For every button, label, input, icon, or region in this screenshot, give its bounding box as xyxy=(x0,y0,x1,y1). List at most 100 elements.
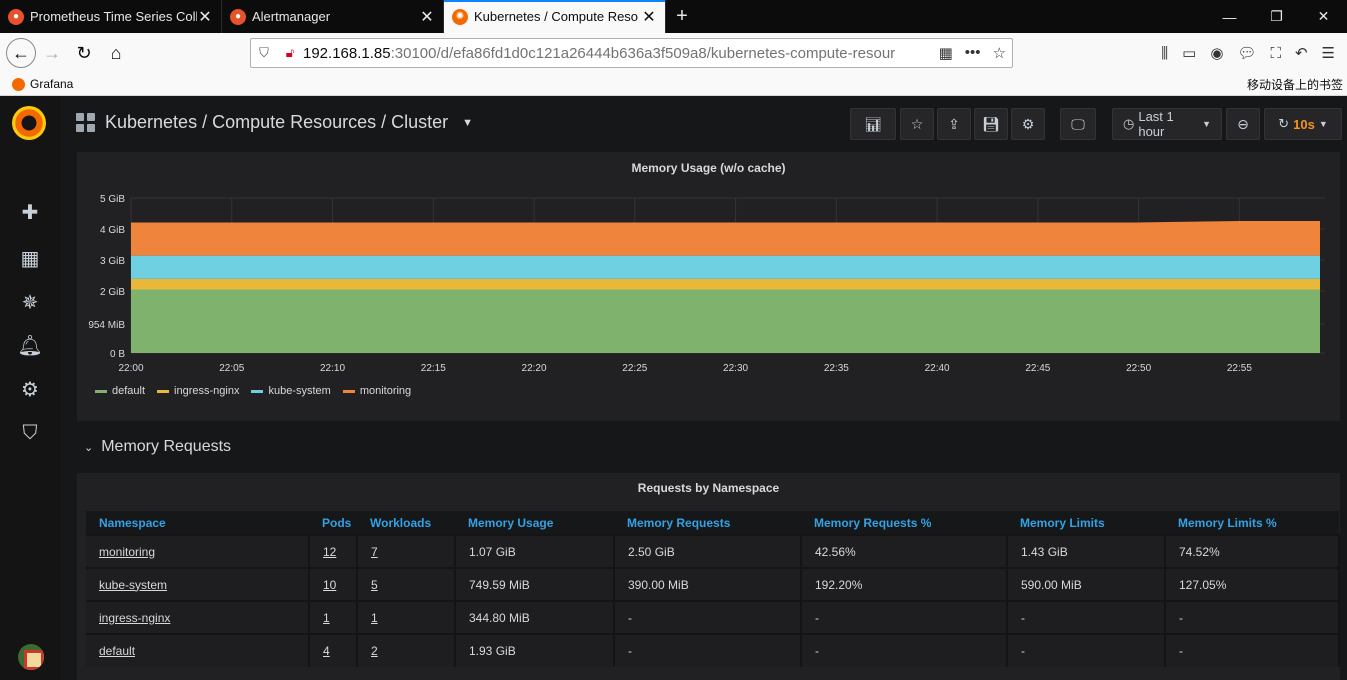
sidebar-icon[interactable]: ▭ xyxy=(1182,44,1196,62)
pods-link[interactable]: 12 xyxy=(309,534,358,568)
qr-code-icon[interactable]: ▦ xyxy=(939,44,953,62)
legend-item-monitoring[interactable]: monitoring xyxy=(342,385,412,397)
table-header-row: Namespace Pods Workloads Memory Usage Me… xyxy=(86,511,1339,535)
close-tab-icon[interactable]: ✕ xyxy=(641,7,657,27)
pods-link[interactable]: 1 xyxy=(309,600,358,634)
explore-compass-icon[interactable]: ✵ xyxy=(18,290,42,314)
refresh-icon: ↻ xyxy=(1278,116,1290,131)
x-tick-label: 22:40 xyxy=(925,363,950,374)
bookmark-star-icon[interactable]: ☆ xyxy=(993,44,1006,62)
home-button[interactable]: ⌂ xyxy=(100,37,132,69)
workloads-link[interactable]: 2 xyxy=(357,633,456,667)
forward-button[interactable]: → xyxy=(36,37,68,69)
memory-requests-pct-cell: - xyxy=(801,633,1008,667)
mobile-bookmarks[interactable]: 移动设备上的书签 xyxy=(1247,76,1343,93)
configuration-gear-icon[interactable]: ⚙ xyxy=(18,377,42,401)
column-header-memory-limits[interactable]: Memory Limits xyxy=(1007,511,1165,535)
dashboard-navbar: Kubernetes / Compute Resources / Cluster… xyxy=(60,96,1347,152)
column-header-pods[interactable]: Pods xyxy=(309,511,357,535)
url-bar[interactable]: ⛉ 🔓︎ 192.168.1.85:30100/d/efa86fd1d0c121… xyxy=(250,38,1013,68)
restore-icon[interactable]: ❐ xyxy=(1253,0,1300,33)
namespace-link[interactable]: kube-system xyxy=(86,567,310,601)
legend-label: monitoring xyxy=(359,385,412,397)
x-tick-label: 22:45 xyxy=(1025,363,1050,374)
refresh-picker-button[interactable]: ↻ 10s ▼ xyxy=(1264,108,1342,140)
memory-requests-pct-cell: 192.20% xyxy=(801,567,1008,601)
reload-button[interactable]: ↻ xyxy=(68,37,100,69)
page-actions-icon[interactable]: ••• xyxy=(965,44,981,62)
toolbar-icons: ⫼ ▭ ◉ 💬︎ ⛶ ↶ ☰ xyxy=(1161,33,1347,73)
memory-usage-cell: 1.93 GiB xyxy=(455,633,615,667)
column-header-memory-limits-pct[interactable]: Memory Limits % xyxy=(1165,511,1339,535)
user-avatar[interactable] xyxy=(18,644,44,670)
insecure-lock-icon[interactable]: 🔓︎ xyxy=(277,45,303,61)
pods-link[interactable]: 10 xyxy=(309,567,358,601)
memory-limits-pct-cell: - xyxy=(1165,600,1340,634)
memory-usage-cell: 749.59 MiB xyxy=(455,567,615,601)
save-dashboard-button[interactable]: 💾︎ xyxy=(974,108,1008,140)
chat-icon[interactable]: 💬︎ xyxy=(1237,44,1256,62)
dashboards-icon[interactable]: ▦ xyxy=(18,246,42,270)
back-button[interactable]: ← xyxy=(6,38,36,68)
browser-nav-bar: ← → ↻ ⌂ ⛉ 🔓︎ 192.168.1.85:30100/d/efa86f… xyxy=(0,33,1347,73)
prometheus-icon: ● xyxy=(230,8,246,25)
star-dashboard-button[interactable]: ☆ xyxy=(900,108,934,140)
add-panel-button[interactable]: 📊︎ xyxy=(850,108,896,140)
bookmark-grafana[interactable]: Grafana xyxy=(12,77,73,91)
column-header-workloads[interactable]: Workloads xyxy=(357,511,455,535)
clock-icon: ◷ xyxy=(1123,116,1135,131)
legend-item-ingress-nginx[interactable]: ingress-nginx xyxy=(157,385,239,397)
create-plus-icon[interactable]: ✚ xyxy=(18,200,42,224)
grafana-icon xyxy=(12,77,25,91)
grafana-logo-icon[interactable] xyxy=(12,106,46,140)
pods-link[interactable]: 4 xyxy=(309,633,358,667)
column-header-namespace[interactable]: Namespace xyxy=(86,511,309,535)
alerting-bell-icon[interactable]: 🔔︎ xyxy=(17,333,42,357)
x-tick-label: 22:35 xyxy=(824,363,849,374)
server-admin-shield-icon[interactable]: ⛉ xyxy=(18,421,42,445)
column-header-memory-usage[interactable]: Memory Usage xyxy=(455,511,614,535)
monitor-icon: 🖵︎ xyxy=(1071,115,1085,132)
namespace-link[interactable]: monitoring xyxy=(86,534,310,568)
close-tab-icon[interactable]: ✕ xyxy=(197,7,213,27)
workloads-link[interactable]: 1 xyxy=(357,600,456,634)
new-tab-button[interactable]: + xyxy=(666,0,698,33)
shield-icon[interactable]: ⛉ xyxy=(251,45,277,61)
x-tick-label: 22:05 xyxy=(219,363,244,374)
menu-icon[interactable]: ☰ xyxy=(1322,44,1335,62)
legend-item-default[interactable]: default xyxy=(95,385,145,397)
x-tick-label: 22:30 xyxy=(723,363,748,374)
row-memory-requests[interactable]: ⌄ Memory Requests xyxy=(84,438,231,456)
undo-icon[interactable]: ↶ xyxy=(1295,44,1308,62)
zoom-out-button[interactable]: ⊖ xyxy=(1226,108,1260,140)
panel-title[interactable]: Requests by Namespace xyxy=(77,481,1340,495)
time-picker-button[interactable]: ◷ Last 1 hour ▼ xyxy=(1112,108,1222,140)
account-icon[interactable]: ◉ xyxy=(1210,44,1223,62)
legend-label: ingress-nginx xyxy=(174,385,240,397)
browser-tab-bar: ● Prometheus Time Series Coll ✕ ● Alertm… xyxy=(0,0,1347,33)
cycle-view-mode-button[interactable]: 🖵︎ xyxy=(1060,108,1096,140)
legend-item-kube-system[interactable]: kube-system xyxy=(251,385,331,397)
minimize-icon[interactable]: — xyxy=(1206,0,1253,33)
url-host: 192.168.1.85 xyxy=(303,44,391,62)
screenshot-icon[interactable]: ⛶ xyxy=(1270,45,1281,62)
grafana-icon: ✺ xyxy=(452,8,468,25)
dashboard-settings-button[interactable]: ⚙ xyxy=(1011,108,1045,140)
close-window-icon[interactable]: ✕ xyxy=(1300,0,1347,33)
share-dashboard-button[interactable]: ⇪ xyxy=(937,108,971,140)
namespace-link[interactable]: default xyxy=(86,633,310,667)
memory-limits-cell: - xyxy=(1007,633,1166,667)
library-icon[interactable]: ⫼ xyxy=(1161,45,1168,62)
workloads-link[interactable]: 7 xyxy=(357,534,456,568)
save-icon: 💾︎ xyxy=(982,115,1000,132)
namespace-link[interactable]: ingress-nginx xyxy=(86,600,310,634)
browser-tab-prometheus[interactable]: ● Prometheus Time Series Coll ✕ xyxy=(0,0,222,33)
workloads-link[interactable]: 5 xyxy=(357,567,456,601)
browser-tab-kubernetes[interactable]: ✺ Kubernetes / Compute Reso ✕ xyxy=(444,0,666,33)
close-tab-icon[interactable]: ✕ xyxy=(419,7,435,27)
column-header-memory-requests[interactable]: Memory Requests xyxy=(614,511,801,535)
dashboard-title-picker[interactable]: Kubernetes / Compute Resources / Cluster… xyxy=(76,112,473,133)
browser-tab-alertmanager[interactable]: ● Alertmanager ✕ xyxy=(222,0,444,33)
column-header-memory-requests-pct[interactable]: Memory Requests % xyxy=(801,511,1007,535)
memory-requests-cell: - xyxy=(614,633,802,667)
